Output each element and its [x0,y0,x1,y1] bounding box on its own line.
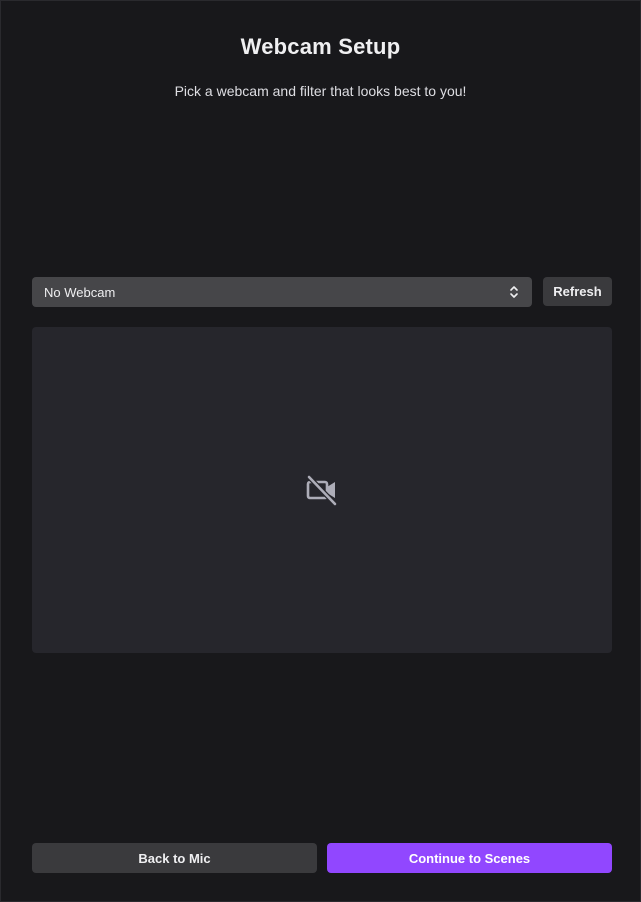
webcam-select-value: No Webcam [44,284,116,300]
camera-off-icon [306,474,338,507]
chevron-up-down-icon [510,286,518,298]
continue-to-scenes-button[interactable]: Continue to Scenes [327,843,612,873]
webcam-preview [32,327,612,653]
webcam-select[interactable]: No Webcam [32,277,532,307]
page-title: Webcam Setup [240,34,401,59]
webcam-setup-panel: Webcam Setup Pick a webcam and filter th… [0,0,641,902]
back-to-mic-button[interactable]: Back to Mic [32,843,317,873]
refresh-button[interactable]: Refresh [543,277,612,306]
page-subtitle: Pick a webcam and filter that looks best… [174,83,467,99]
